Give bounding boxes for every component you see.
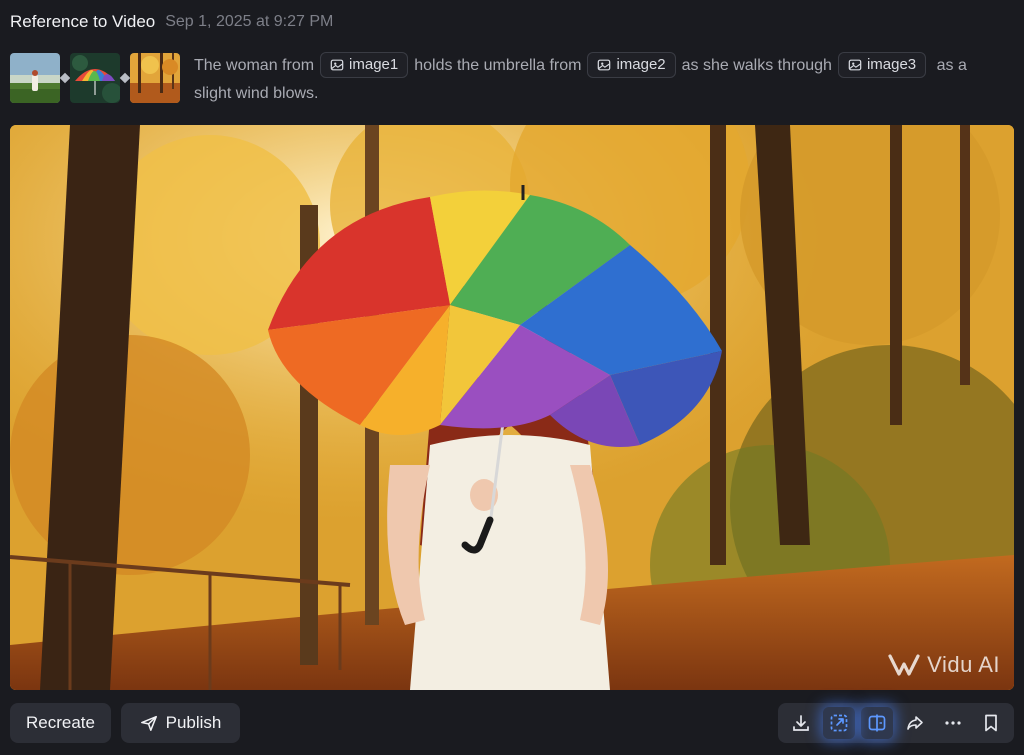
upscale-icon [830, 714, 848, 732]
image-icon [330, 59, 344, 71]
prompt-part: as she walks through [681, 57, 832, 74]
upscale-button[interactable] [823, 707, 855, 739]
bookmark-button[interactable] [975, 707, 1007, 739]
publish-button[interactable]: Publish [121, 703, 240, 743]
woman-with-rainbow-umbrella-autumn-forest [10, 125, 1014, 690]
chip-label: image1 [349, 55, 399, 73]
prompt-text: The woman from image1 holds the umbrella f… [194, 51, 1004, 108]
footer-bar: Recreate Publish [10, 703, 1014, 743]
image-icon [848, 59, 862, 71]
watermark: Vidu AI [887, 652, 1000, 678]
video-player[interactable]: Vidu AI [10, 125, 1014, 690]
action-toolbar [778, 703, 1014, 743]
reference-chip-image3[interactable]: image3 [837, 51, 927, 78]
header: Reference to Video Sep 1, 2025 at 9:27 P… [10, 10, 333, 34]
chip-label: image2 [616, 55, 666, 73]
share-icon [907, 716, 923, 730]
download-button[interactable] [785, 707, 817, 739]
watermark-text: Vidu AI [927, 652, 1000, 677]
recreate-label: Recreate [26, 713, 95, 732]
rainbow-umbrella-thumbnail [70, 53, 120, 103]
autumn-forest-thumbnail [130, 53, 180, 103]
recreate-button[interactable]: Recreate [10, 703, 111, 743]
vidu-logo-icon [888, 654, 920, 676]
more-icon [945, 721, 961, 725]
bookmark-icon [985, 714, 997, 732]
chip-label: image3 [866, 55, 917, 73]
thumb-separator [60, 73, 70, 83]
reference-thumbnail-image3[interactable] [130, 53, 180, 103]
prompt-part: The woman from [194, 57, 315, 74]
prompt-part: holds the umbrella from [414, 57, 582, 74]
share-button[interactable] [899, 707, 931, 739]
reference-thumbnail-image1[interactable] [10, 53, 60, 103]
image-icon [598, 59, 611, 71]
download-icon [793, 715, 809, 731]
reference-thumbnail-image2[interactable] [70, 53, 120, 103]
send-icon [140, 715, 157, 731]
timestamp: Sep 1, 2025 at 9:27 PM [165, 13, 334, 30]
extend-icon [868, 714, 886, 732]
reference-chip-image1[interactable]: image1 [320, 51, 409, 78]
extend-button[interactable] [861, 707, 893, 739]
thumb-separator [120, 73, 130, 83]
reference-chip-image2[interactable]: image2 [587, 51, 676, 78]
more-button[interactable] [937, 707, 969, 739]
page-title: Reference to Video [10, 12, 156, 31]
reference-images [10, 53, 180, 103]
publish-label: Publish [165, 713, 222, 732]
woman-in-field-thumbnail [10, 53, 60, 103]
